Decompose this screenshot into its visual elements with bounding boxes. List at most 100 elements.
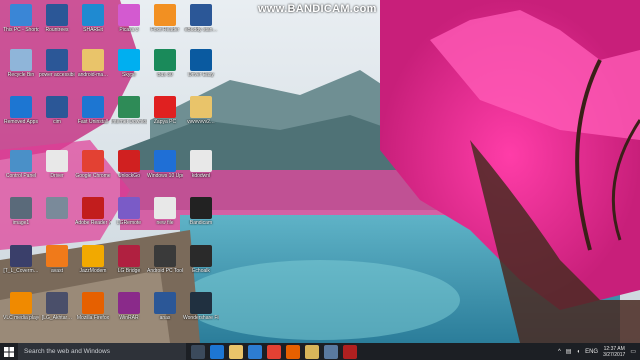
desktop-icon[interactable]: eBuddy stan… xyxy=(183,4,219,33)
desktop-icon[interactable]: Google Chrome xyxy=(75,150,111,179)
desktop-icon-label: Wondershare Filmora xyxy=(183,315,219,321)
desktop-icon[interactable]: WinRAR xyxy=(111,292,147,321)
desktop-icon-label: LGRemote xyxy=(116,220,142,226)
desktop-icon[interactable]: Foxit Reader xyxy=(147,4,183,33)
search-placeholder: Search the web and Windows xyxy=(24,348,110,355)
word-doc-icon xyxy=(46,49,68,71)
chevron-up-icon[interactable]: ^ xyxy=(558,349,561,355)
winrar-icon xyxy=(118,292,140,314)
vlc-icon xyxy=(10,292,32,314)
picasa-icon xyxy=(118,4,140,26)
desktop-icon[interactable]: Bus 30 xyxy=(147,49,183,78)
desktop-icon-label: eBuddy stan… xyxy=(184,27,218,33)
video-file-icon xyxy=(10,245,32,267)
desktop-icon-label: avast xyxy=(51,268,63,274)
desktop-icon[interactable]: UnlockGo xyxy=(111,150,147,179)
desktop-icon[interactable]: Fast Uninstall xyxy=(75,96,111,125)
desktop-icon[interactable]: Echoalk xyxy=(183,245,219,274)
desktop-icon[interactable]: kdodwnl xyxy=(183,150,219,179)
desktop-icon[interactable]: android-ma… xyxy=(75,49,111,78)
store-taskbar-icon[interactable] xyxy=(248,344,262,359)
desktop-icon[interactable]: Picasa 3 xyxy=(111,4,147,33)
taskbar-search-box[interactable]: Search the web and Windows xyxy=(18,343,186,360)
desktop-icon-label: [LG_Akhtar… xyxy=(41,315,73,321)
desktop-icon[interactable]: power accessibility keys xyxy=(39,49,75,78)
firefox-taskbar-icon[interactable] xyxy=(286,344,300,359)
desktop-icon[interactable]: Driver xyxy=(39,150,75,179)
bus-icon xyxy=(154,49,176,71)
desktop-icon[interactable]: Control Panel xyxy=(3,150,39,179)
desktop-icon-label: Rountrees xyxy=(45,27,69,33)
desktop-icon-label: anas xyxy=(159,315,171,321)
desktop-icon-label: vvvvvvvv2… xyxy=(187,119,215,125)
language-indicator[interactable]: ENG xyxy=(585,349,598,355)
desktop-icon[interactable]: Removed Apps xyxy=(3,96,39,125)
zapya-icon xyxy=(154,96,176,118)
desktop-icon-label: Bandicam xyxy=(189,220,213,226)
windows-icon xyxy=(154,150,176,172)
lg-remote-icon xyxy=(118,197,140,219)
document-icon xyxy=(190,150,212,172)
desktop-icon[interactable]: Windows 10 Update Assi… xyxy=(147,150,183,179)
network-icon[interactable]: ▤ xyxy=(566,348,572,355)
desktop-icon[interactable]: avast xyxy=(39,245,75,274)
clock-date: 3/27/2017 xyxy=(603,351,626,358)
skype-icon xyxy=(118,49,140,71)
desktop-icon[interactable]: Skype xyxy=(111,49,147,78)
folder-icon xyxy=(82,49,104,71)
edge-taskbar-icon[interactable] xyxy=(210,344,224,359)
word-doc-icon xyxy=(190,4,212,26)
desktop-icon[interactable]: [T_L_Coverm… xyxy=(3,245,39,274)
recycle-bin-icon xyxy=(10,49,32,71)
lg-bridge-icon xyxy=(118,245,140,267)
desktop-icon-label: kdodwnl xyxy=(191,173,211,179)
desktop-icon[interactable]: Zapya PC xyxy=(147,96,183,125)
desktop-icon-label: cim xyxy=(53,119,61,125)
desktop-icon[interactable]: Driver Easy xyxy=(183,49,219,78)
desktop-icon[interactable]: Mozilla Firefox xyxy=(75,292,111,321)
bandicam-taskbar-icon[interactable] xyxy=(343,344,357,359)
firefox-icon xyxy=(82,292,104,314)
clock[interactable]: 12:37 AM 3/27/2017 xyxy=(603,346,625,358)
image-file-icon xyxy=(10,197,32,219)
desktop-icon[interactable]: Rountrees xyxy=(39,4,75,33)
desktop-icon[interactable]: [LG_Akhtar… xyxy=(39,292,75,321)
desktop-icon-label: SHAREit xyxy=(83,27,103,33)
desktop-icon[interactable]: Bandicam xyxy=(183,197,219,226)
desktop-icon[interactable] xyxy=(39,197,75,220)
android-icon xyxy=(154,245,176,267)
chrome-taskbar-icon[interactable] xyxy=(267,344,281,359)
desktop-icon[interactable]: anas xyxy=(147,292,183,321)
notifications-icon[interactable]: ▭ xyxy=(630,348,636,355)
folder-taskbar-icon[interactable] xyxy=(305,344,319,359)
echo-icon xyxy=(190,245,212,267)
media-taskbar-icon[interactable] xyxy=(324,344,338,359)
desktop-icon[interactable]: LG Bridge xyxy=(111,245,147,274)
chrome-icon xyxy=(82,150,104,172)
desktop-icon-label: Android PC Tool xyxy=(147,268,183,274)
desktop-icon[interactable]: Internet Download… xyxy=(111,96,147,125)
desktop-icon[interactable]: VLC media player xyxy=(3,292,39,321)
bandicam-watermark: www.BANDICAM.com xyxy=(258,3,377,15)
start-button[interactable] xyxy=(0,343,18,360)
desktop-icon-label: Foxit Reader xyxy=(150,27,180,33)
desktop-icon[interactable]: Recycle Bin xyxy=(3,49,39,78)
desktop-icon[interactable]: SHAREit xyxy=(75,4,111,33)
desktop-icon[interactable]: Adobe Reader XI xyxy=(75,197,111,226)
volume-icon[interactable]: ◖ xyxy=(576,349,580,355)
desktop-icon[interactable]: Android PC Tool xyxy=(147,245,183,274)
desktop-icon[interactable]: new file xyxy=(147,197,183,226)
desktop-icon-label: [T_L_Coverm… xyxy=(3,268,39,274)
desktop-icon[interactable]: LGRemote xyxy=(111,197,147,226)
desktop-icon-label: Picasa 3 xyxy=(119,27,139,33)
desktop-icon[interactable]: This PC - Shortcut xyxy=(3,4,39,33)
desktop-icon[interactable]: vvvvvvvv2… xyxy=(183,96,219,125)
desktop-icon[interactable]: image1 xyxy=(3,197,39,226)
desktop-icon-label: JazzModem xyxy=(79,268,107,274)
desktop-icon[interactable]: Wondershare Filmora xyxy=(183,292,219,321)
desktop-icon[interactable]: JazzModem xyxy=(75,245,111,274)
task-view-taskbar-icon[interactable] xyxy=(191,344,205,359)
file-explorer-taskbar-icon[interactable] xyxy=(229,344,243,359)
clock-time: 12:37 AM xyxy=(603,345,625,352)
desktop-icon[interactable]: cim xyxy=(39,96,75,125)
